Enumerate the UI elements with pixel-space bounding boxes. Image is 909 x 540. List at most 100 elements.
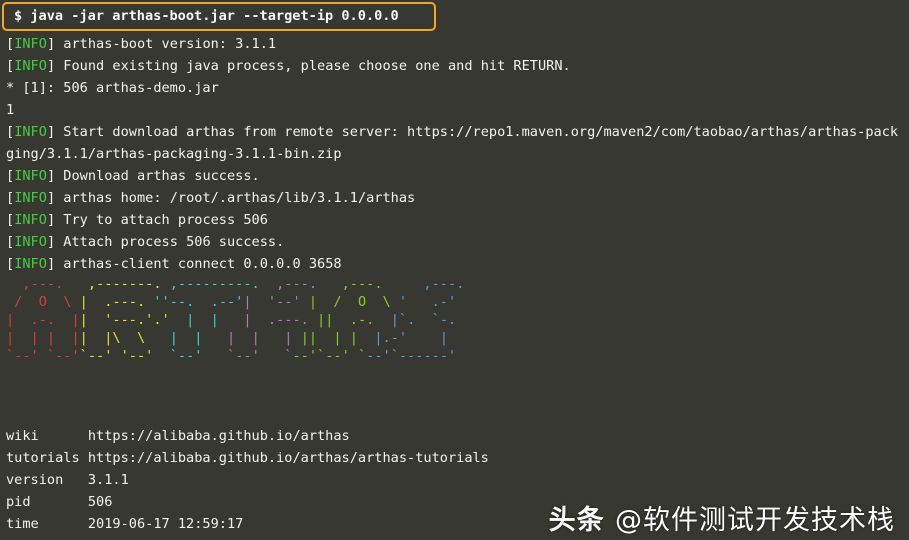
info-table-row: tutorials https://alibaba.github.io/arth… [0, 447, 909, 469]
banner-segment: ,---. [415, 276, 473, 292]
info-tag: INFO [14, 234, 47, 250]
bracket-open: [ [6, 124, 15, 140]
banner-segment: | | | | [6, 330, 80, 346]
banner-segment: | .---. [79, 294, 154, 310]
bracket-close: ] [46, 234, 56, 250]
log-line-client-connect: [INFO] arthas-client connect 0.0.0.0 365… [0, 253, 909, 275]
info-tag: INFO [14, 168, 47, 184]
log-line-download-success: [INFO] Download arthas success. [0, 165, 909, 187]
banner-segment: ,-------. [79, 276, 170, 292]
banner-segment: `--' ` [227, 348, 293, 364]
log-line-arthas-home-text: arthas home: /root/.arthas/lib/3.1.1/art… [55, 190, 416, 206]
bracket-close: ] [46, 212, 56, 228]
info-table-row: version 3.1.1 [0, 469, 909, 491]
info-tag: INFO [14, 36, 47, 52]
log-line-client-connect-text: arthas-client connect 0.0.0.0 3658 [55, 256, 342, 272]
banner-segment: ,---. [267, 276, 334, 292]
process-list-item[interactable]: * [1]: 506 arthas-demo.jar [0, 77, 909, 99]
bracket-close: ] [46, 124, 56, 140]
banner-segment: ,---. [333, 276, 416, 292]
log-line-found-process: [INFO] Found existing java process, plea… [0, 55, 909, 77]
info-tag: INFO [14, 256, 47, 272]
info-table-value: https://alibaba.github.io/arthas/arthas-… [87, 450, 489, 466]
banner-row: `--' `--'`--' '--' `--' `--' `--'`--' `-… [0, 347, 909, 365]
bracket-close: ] [46, 168, 56, 184]
bracket-open: [ [6, 212, 15, 228]
banner-segment: ''--. .--' [153, 294, 244, 310]
banner-segment: --'`------' [366, 348, 457, 364]
banner-segment: | .---. [243, 312, 318, 328]
watermark: 头条 @软件测试开发技术栈 [549, 507, 895, 534]
bracket-close: ] [46, 58, 56, 74]
banner-segment: `--' [153, 348, 228, 364]
banner-row: / O \ | .---. ''--. .--'| '--' | / O \ '… [0, 293, 909, 311]
banner-segment: ' .-' [398, 294, 457, 310]
banner-segment: `--' `--' [6, 348, 80, 364]
info-table-key: tutorials [6, 450, 88, 466]
bracket-open: [ [6, 190, 15, 206]
banner-segment: | |\ \ [79, 330, 154, 346]
banner-segment: | | [153, 330, 228, 346]
log-line-try-attach: [INFO] Try to attach process 506 [0, 209, 909, 231]
info-table-key: version [6, 472, 88, 488]
log-line-found-process-text: Found existing java process, please choo… [55, 58, 571, 74]
watermark-bold: 头条 [548, 505, 615, 536]
command-line-row: $ java -jar arthas-boot.jar --target-ip … [0, 0, 909, 33]
log-line-start-download-text: Start download arthas from remote server… [55, 124, 899, 140]
info-tag: INFO [14, 58, 47, 74]
info-table-key: pid [6, 494, 88, 510]
selection-input[interactable]: 1 [0, 99, 909, 121]
banner-segment: ,---. [6, 276, 80, 292]
banner-row: ,---. ,-------. ,---------. ,---. ,---. … [0, 275, 909, 293]
info-table-row: wiki https://alibaba.github.io/arthas [0, 425, 909, 447]
banner-segment: --'`--' ` [292, 348, 367, 364]
bracket-close: ] [46, 190, 56, 206]
log-line-try-attach-text: Try to attach process 506 [55, 212, 268, 228]
bracket-open: [ [6, 36, 15, 52]
log-line-attach-success: [INFO] Attach process 506 success. [0, 231, 909, 253]
log-line-arthas-home: [INFO] arthas home: /root/.arthas/lib/3.… [0, 187, 909, 209]
banner-segment: | '---.'.' [79, 312, 170, 328]
log-line-attach-success-text: Attach process 506 success. [55, 234, 285, 250]
banner-segment: |.-' | [374, 330, 449, 346]
log-line-download-success-text: Download arthas success. [55, 168, 260, 184]
banner-segment: / O \ [6, 294, 80, 310]
bracket-open: [ [6, 168, 15, 184]
log-line-url-wrap: ging/3.1.1/arthas-packaging-3.1.1-bin.zi… [6, 146, 342, 162]
bracket-close: ] [46, 36, 56, 52]
banner-row: | .-. || '---.'.' | | | .---. || .-. |`.… [0, 311, 909, 329]
arthas-ascii-banner: ,---. ,-------. ,---------. ,---. ,---. … [0, 275, 909, 365]
info-table-key: time [6, 516, 88, 532]
info-tag: INFO [14, 190, 47, 206]
banner-row: | | | || |\ \ | | | | | || | | |.-' | [0, 329, 909, 347]
info-table-value: https://alibaba.github.io/arthas [87, 428, 350, 444]
info-table-value: 506 [87, 494, 113, 510]
log-line-version: [INFO] arthas-boot version: 3.1.1 [0, 33, 909, 55]
banner-segment: |`. `-. [390, 312, 465, 328]
banner-segment: `--' '--' [79, 348, 154, 364]
banner-segment: || .-. [317, 312, 391, 328]
banner-segment: | / O \ [308, 294, 399, 310]
bracket-close: ] [46, 256, 56, 272]
banner-segment: || | | [300, 330, 375, 346]
banner-segment: | | | [227, 330, 301, 346]
info-table-value: 2019-06-17 12:59:17 [87, 516, 244, 532]
info-table-value: 3.1.1 [87, 472, 129, 488]
watermark-rest: @软件测试开发技术栈 [615, 505, 895, 536]
info-tag: INFO [14, 212, 47, 228]
bracket-open: [ [6, 58, 15, 74]
info-tag: INFO [14, 124, 47, 140]
info-table-key: wiki [6, 428, 88, 444]
command-input[interactable]: $ java -jar arthas-boot.jar --target-ip … [6, 0, 909, 33]
bracket-open: [ [6, 234, 15, 250]
terminal-window[interactable]: $ java -jar arthas-boot.jar --target-ip … [0, 0, 909, 540]
log-line-start-download: [INFO] Start download arthas from remote… [0, 121, 909, 143]
banner-segment: | .-. | [6, 312, 80, 328]
banner-segment: | | [169, 312, 244, 328]
log-line-version-text: arthas-boot version: 3.1.1 [55, 36, 277, 52]
bracket-open: [ [6, 256, 15, 272]
banner-segment: | '--' [243, 294, 309, 310]
